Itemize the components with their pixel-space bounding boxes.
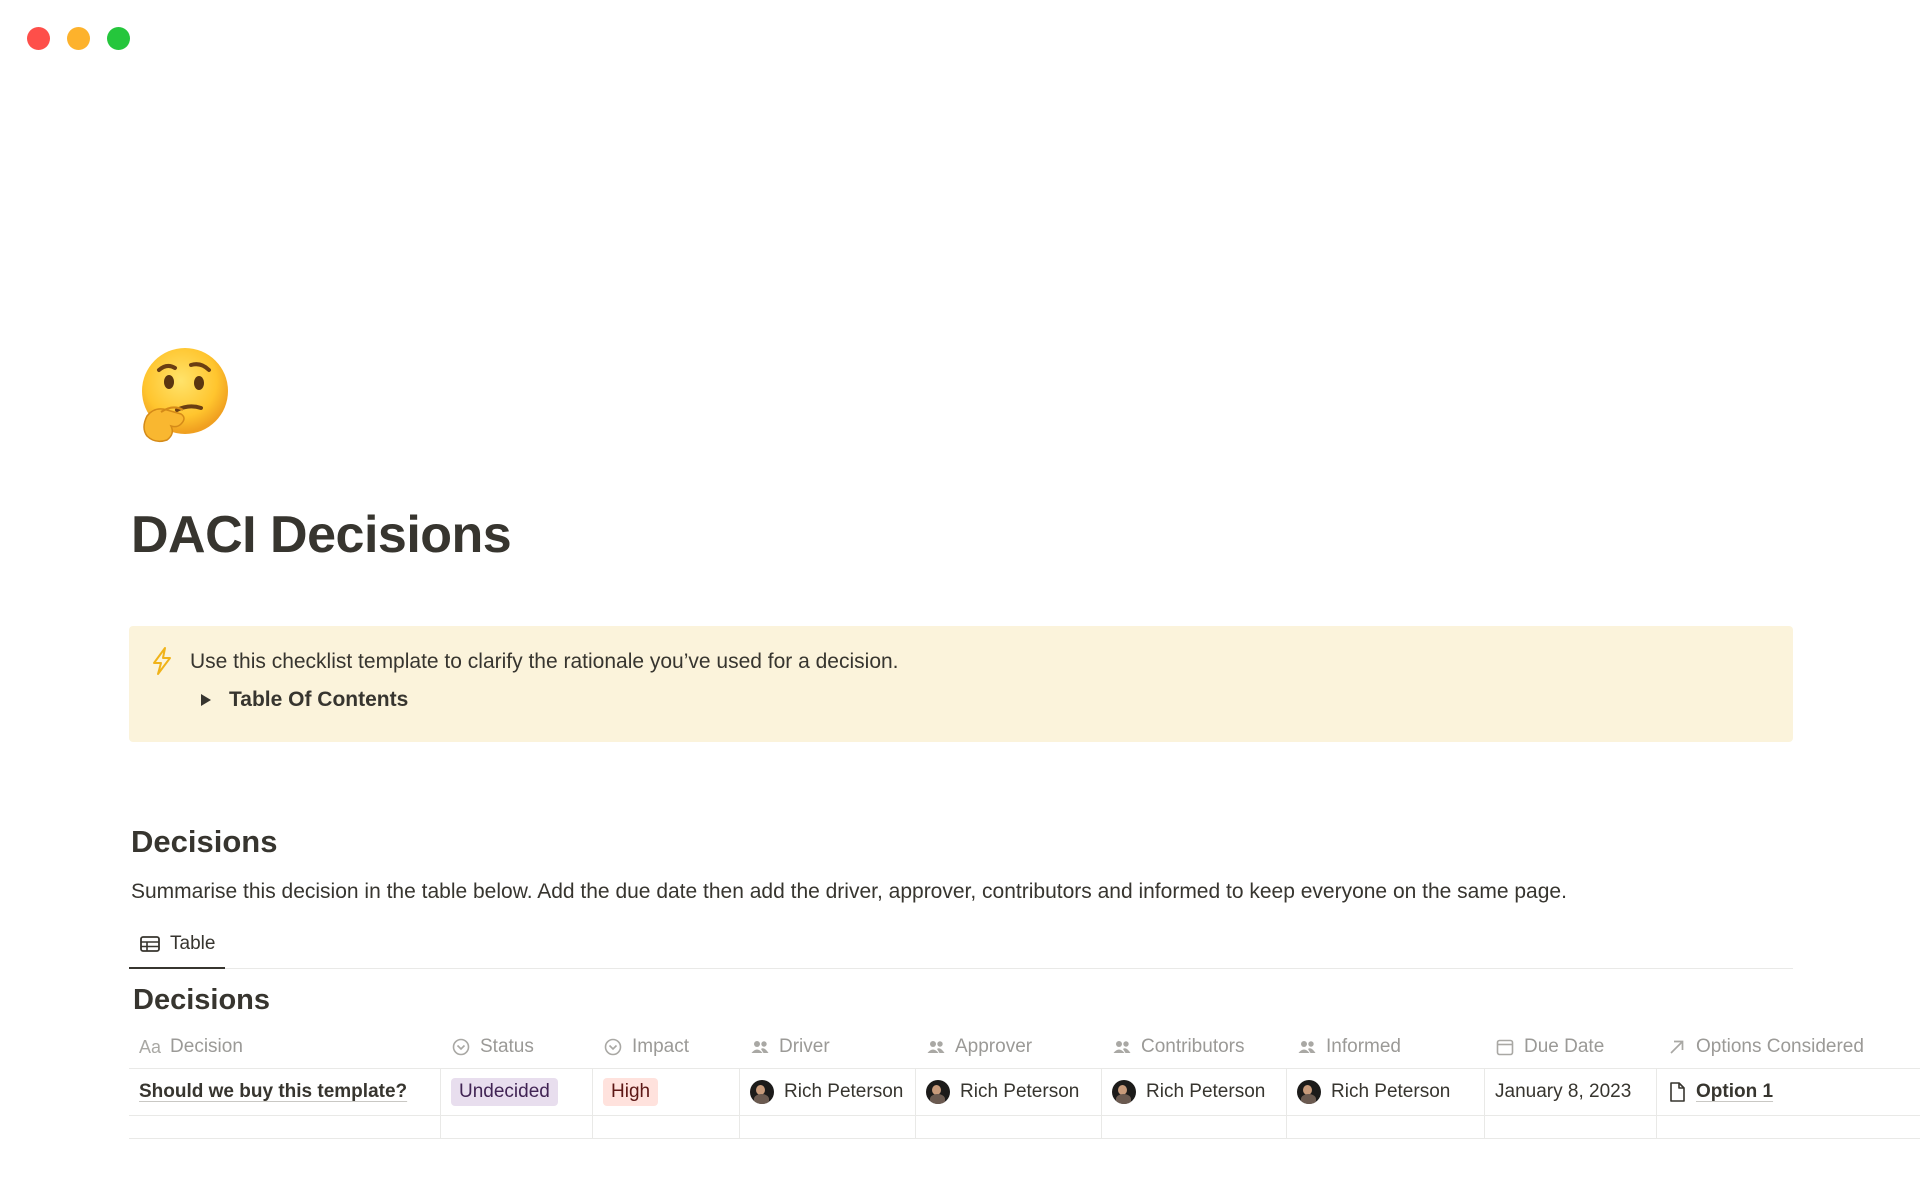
avatar — [1297, 1080, 1321, 1104]
calendar-icon — [1496, 1039, 1514, 1056]
column-label: Due Date — [1524, 1036, 1605, 1057]
cell-driver[interactable]: Rich Peterson — [740, 1069, 916, 1115]
cell-options-considered[interactable]: Option 1 — [1657, 1069, 1920, 1115]
cell-impact[interactable]: High — [593, 1069, 740, 1115]
column-label: Contributors — [1141, 1036, 1245, 1057]
database-view-tabs: Table — [129, 920, 1793, 969]
column-header-status[interactable]: Status — [441, 1026, 593, 1068]
empty-cell — [1287, 1116, 1485, 1138]
cell-due-date[interactable]: January 8, 2023 — [1485, 1069, 1657, 1115]
people-icon — [1113, 1041, 1131, 1053]
callout-text[interactable]: Use this checklist template to clarify t… — [190, 650, 899, 674]
decisions-table: Aa Decision Status Impact Driver Approve… — [129, 1026, 1920, 1139]
page-icon — [1670, 1082, 1685, 1102]
status-badge: Undecided — [451, 1078, 558, 1106]
column-label: Approver — [955, 1036, 1033, 1057]
impact-badge: High — [603, 1078, 659, 1106]
close-window-button[interactable] — [27, 27, 50, 50]
people-icon — [1298, 1041, 1316, 1053]
avatar — [750, 1080, 774, 1104]
view-tab-table[interactable]: Table — [129, 920, 226, 969]
window-controls — [27, 27, 130, 50]
column-label: Options Considered — [1696, 1036, 1864, 1057]
thinking-face-icon[interactable] — [133, 346, 233, 446]
cell-status[interactable]: Undecided — [441, 1069, 593, 1115]
column-label: Decision — [170, 1036, 243, 1057]
column-header-impact[interactable]: Impact — [593, 1026, 740, 1068]
column-header-decision[interactable]: Aa Decision — [129, 1026, 441, 1068]
cell-decision[interactable]: Should we buy this template? — [129, 1069, 441, 1115]
cell-contributors[interactable]: Rich Peterson — [1102, 1069, 1287, 1115]
database-title[interactable]: Decisions — [133, 984, 270, 1017]
column-header-approver[interactable]: Approver — [916, 1026, 1102, 1068]
title-property-icon: Aa — [139, 1036, 162, 1057]
relation-arrow-icon — [1670, 1040, 1684, 1054]
column-header-informed[interactable]: Informed — [1287, 1026, 1485, 1068]
person-name: Rich Peterson — [1331, 1081, 1451, 1102]
page-title[interactable]: DACI Decisions — [131, 500, 512, 570]
avatar — [926, 1080, 950, 1104]
empty-cell — [441, 1116, 593, 1138]
view-tab-label: Table — [170, 932, 216, 954]
column-header-due-date[interactable]: Due Date — [1485, 1026, 1657, 1068]
column-label: Impact — [632, 1036, 690, 1057]
section-description[interactable]: Summarise this decision in the table bel… — [131, 880, 1567, 904]
table-of-contents-toggle[interactable]: Table Of Contents — [197, 688, 408, 712]
cell-informed[interactable]: Rich Peterson — [1287, 1069, 1485, 1115]
person-name: Rich Peterson — [1146, 1081, 1266, 1102]
maximize-window-button[interactable] — [107, 27, 130, 50]
empty-table-row — [129, 1116, 1920, 1139]
decision-title[interactable]: Should we buy this template? — [139, 1081, 407, 1103]
toggle-label: Table Of Contents — [229, 688, 409, 711]
people-icon — [751, 1041, 769, 1053]
empty-cell — [916, 1116, 1102, 1138]
column-label: Driver — [779, 1036, 830, 1057]
select-icon — [452, 1038, 470, 1056]
column-header-driver[interactable]: Driver — [740, 1026, 916, 1068]
empty-cell — [593, 1116, 740, 1138]
person-name: Rich Peterson — [784, 1081, 904, 1102]
column-label: Informed — [1326, 1036, 1401, 1057]
empty-cell — [740, 1116, 916, 1138]
empty-cell — [1657, 1116, 1920, 1138]
avatar — [1112, 1080, 1136, 1104]
table-header: Aa Decision Status Impact Driver Approve… — [129, 1026, 1920, 1068]
empty-cell — [1102, 1116, 1287, 1138]
section-heading[interactable]: Decisions — [131, 824, 277, 860]
empty-cell — [1485, 1116, 1657, 1138]
option-link-label: Option 1 — [1696, 1081, 1774, 1102]
person-name: Rich Peterson — [960, 1081, 1080, 1102]
cell-approver[interactable]: Rich Peterson — [916, 1069, 1102, 1115]
lightning-icon[interactable] — [149, 646, 175, 676]
column-header-options-considered[interactable]: Options Considered — [1657, 1026, 1920, 1068]
option-page-link[interactable]: Option 1 — [1667, 1081, 1773, 1103]
select-icon — [604, 1038, 622, 1056]
column-header-contributors[interactable]: Contributors — [1102, 1026, 1287, 1068]
column-label: Status — [480, 1036, 534, 1057]
empty-cell — [129, 1116, 441, 1138]
due-date-value: January 8, 2023 — [1495, 1081, 1632, 1102]
table-icon — [140, 935, 160, 952]
toggle-arrow-icon[interactable] — [201, 694, 211, 706]
people-icon — [927, 1041, 945, 1053]
callout: Use this checklist template to clarify t… — [129, 626, 1793, 742]
minimize-window-button[interactable] — [67, 27, 90, 50]
table-row[interactable]: Should we buy this template? Undecided H… — [129, 1068, 1920, 1116]
